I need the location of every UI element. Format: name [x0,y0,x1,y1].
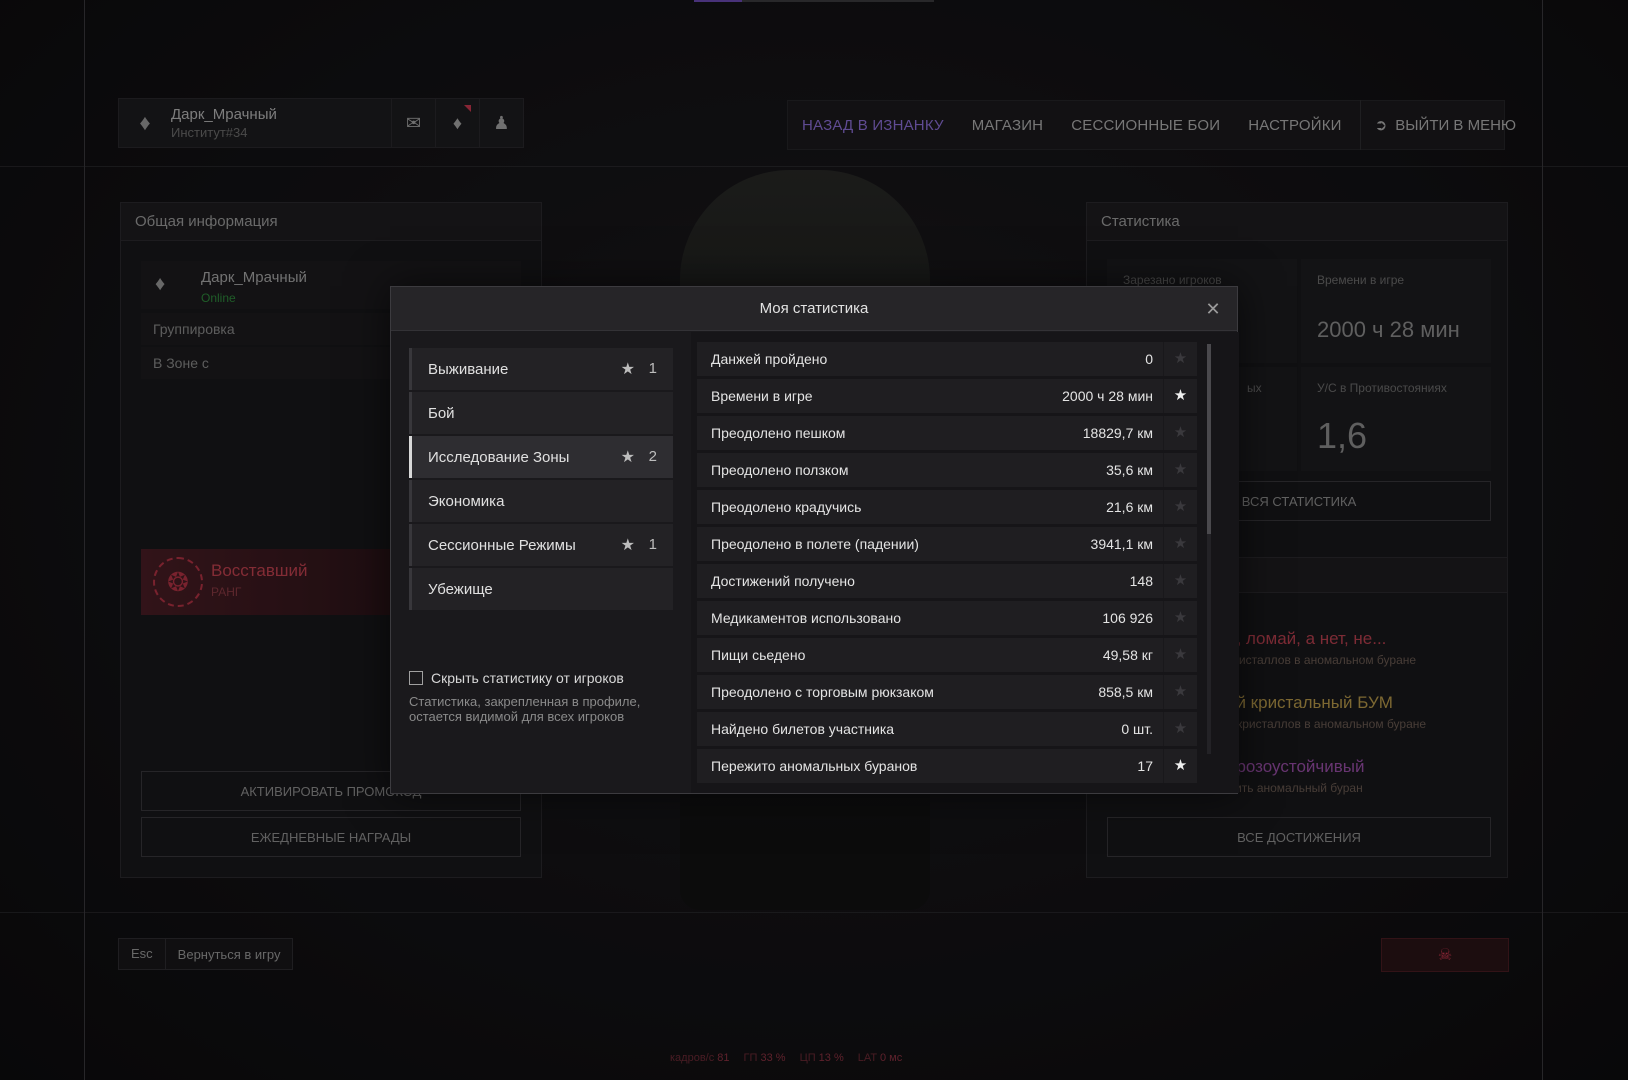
star-icon: ★ [620,449,635,466]
modal-header: Моя статистика ✕ [391,287,1237,331]
pin-star-icon[interactable]: ★ [1163,527,1197,561]
close-icon[interactable]: ✕ [1201,297,1225,321]
category-count: 1 [648,536,657,553]
star-icon: ★ [620,361,635,378]
category-list: Выживание ★ 1 Бой Исследование Зоны ★ 2 … [409,348,673,612]
modal-body: Выживание ★ 1 Бой Исследование Зоны ★ 2 … [391,332,1239,793]
hide-stats-toggle[interactable]: Скрыть статистику от игроков [409,670,624,686]
stat-name: Достижений получено [711,573,855,589]
stat-value: 21,6 км [1106,499,1153,515]
stat-row: Данжей пройдено 0 ★ [697,342,1197,376]
stat-value: 106 926 [1102,610,1153,626]
pin-star-icon[interactable]: ★ [1163,638,1197,672]
stat-value: 858,5 км [1098,684,1153,700]
stat-row: Достижений получено 148 ★ [697,564,1197,598]
category-label: Сессионные Режимы [428,536,576,554]
stat-row: Преодолено ползком 35,6 км ★ [697,453,1197,487]
modal-title: Моя статистика [759,300,869,317]
pin-star-icon[interactable]: ★ [1163,490,1197,524]
stat-row: Времени в игре 2000 ч 28 мин ★ [697,379,1197,413]
category-label: Убежище [428,580,493,598]
category-session-modes[interactable]: Сессионные Режимы ★ 1 [409,524,673,566]
stat-name: Преодолено крадучись [711,499,862,515]
pin-star-icon[interactable]: ★ [1163,379,1197,413]
stat-name: Преодолено пешком [711,425,846,441]
pin-star-icon[interactable]: ★ [1163,342,1197,376]
stat-name: Медикаментов использовано [711,610,901,626]
pin-star-icon[interactable]: ★ [1163,749,1197,783]
hide-stats-note: Статистика, закрепленная в профиле, оста… [409,694,641,724]
star-icon: ★ [620,537,635,554]
category-zone-exploration[interactable]: Исследование Зоны ★ 2 [409,436,673,478]
stat-row: Пережито аномальных буранов 17 ★ [697,749,1197,783]
category-label: Экономика [428,492,505,510]
stat-row: Преодолено с торговым рюкзаком 858,5 км ★ [697,675,1197,709]
category-label: Исследование Зоны [428,448,570,466]
stat-row: Преодолено крадучись 21,6 км ★ [697,490,1197,524]
hide-stats-label: Скрыть статистику от игроков [431,670,624,686]
stat-value: 18829,7 км [1082,425,1153,441]
pin-star-icon[interactable]: ★ [1163,564,1197,598]
category-label: Выживание [428,360,509,378]
category-economy[interactable]: Экономика [409,480,673,522]
my-statistics-modal: Моя статистика ✕ Выживание ★ 1 Бой Иссле… [390,286,1239,794]
pin-star-icon[interactable]: ★ [1163,675,1197,709]
pin-star-icon[interactable]: ★ [1163,601,1197,635]
stats-scrollbar[interactable] [1207,344,1211,754]
stat-name: Данжей пройдено [711,351,828,367]
category-survival[interactable]: Выживание ★ 1 [409,348,673,390]
hide-stats-checkbox[interactable] [409,671,423,685]
stat-row: Медикаментов использовано 106 926 ★ [697,601,1197,635]
stat-value: 2000 ч 28 мин [1062,388,1153,404]
stat-name: Пищи сьедено [711,647,806,663]
stat-value: 148 [1129,573,1153,589]
pin-star-icon[interactable]: ★ [1163,712,1197,746]
stat-name: Времени в игре [711,388,813,404]
pin-star-icon[interactable]: ★ [1163,416,1197,450]
stat-value: 0 [1145,351,1153,367]
category-label: Бой [428,404,455,422]
stat-name: Найдено билетов участника [711,721,895,737]
stat-value: 3941,1 км [1090,536,1153,552]
stat-row: Преодолено в полете (падении) 3941,1 км ★ [697,527,1197,561]
stat-value: 0 шт. [1121,721,1153,737]
category-count: 1 [648,360,657,377]
stat-value: 35,6 км [1106,462,1153,478]
stat-name: Преодолено с торговым рюкзаком [711,684,934,700]
stat-value: 17 [1137,758,1153,774]
category-shelter[interactable]: Убежище [409,568,673,610]
category-combat[interactable]: Бой [409,392,673,434]
stats-pane: Данжей пройдено 0 ★ Времени в игре 2000 ч 28… [691,332,1239,793]
stat-value: 49,58 кг [1102,647,1153,663]
pin-star-icon[interactable]: ★ [1163,453,1197,487]
stats-list: Данжей пройдено 0 ★ Времени в игре 2000 ч 28… [697,342,1197,786]
stat-name: Пережито аномальных буранов [711,758,918,774]
stat-row: Преодолено пешком 18829,7 км ★ [697,416,1197,450]
stat-row: Найдено билетов участника 0 шт. ★ [697,712,1197,746]
stat-name: Преодолено в полете (падении) [711,536,919,552]
stat-name: Преодолено ползком [711,462,849,478]
stat-row: Пищи сьедено 49,58 кг ★ [697,638,1197,672]
category-count: 2 [648,448,657,465]
